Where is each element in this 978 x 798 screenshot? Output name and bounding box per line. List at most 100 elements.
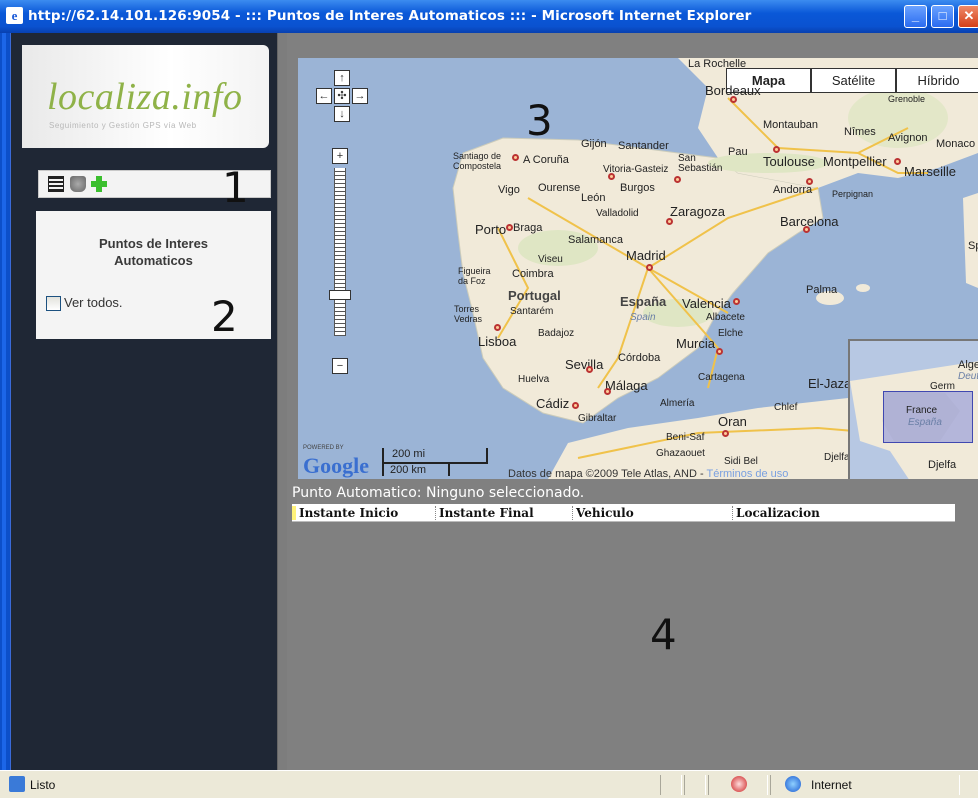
city-marker [604, 388, 611, 395]
place-label: Málaga [605, 378, 648, 393]
place-label: Ourense [538, 182, 581, 194]
annotation-1: 1 [222, 163, 249, 212]
place-label: Montauban [763, 119, 819, 131]
pan-center-button[interactable]: ✣ [334, 88, 350, 104]
place-label: Salamanca [568, 234, 624, 246]
place-label: Cartagena [698, 372, 745, 383]
window-titlebar: e http://62.14.101.126:9054 - ::: Puntos… [0, 0, 978, 33]
map-type-hibrido[interactable]: Híbrido [896, 68, 978, 93]
place-label: Valladolid [596, 208, 639, 219]
city-marker [646, 264, 653, 271]
place-label: Palma [806, 284, 838, 296]
place-label: Deutsc [958, 371, 978, 382]
zoom-slider-handle[interactable] [329, 290, 351, 300]
city-marker [894, 158, 901, 165]
logo[interactable]: localiza.info Seguimiento y Gestión GPS … [22, 45, 269, 148]
column-header[interactable]: Instante Inicio [292, 506, 398, 520]
maximize-button[interactable]: □ [931, 5, 954, 28]
place-label: Perpignan [832, 189, 874, 199]
place-label: Elche [718, 328, 744, 339]
pan-left-button[interactable]: ← [316, 88, 332, 104]
pan-right-button[interactable]: → [352, 88, 368, 104]
place-label: Cádiz [536, 396, 570, 411]
place-label: Toulouse [763, 154, 816, 169]
sidebar-splitter[interactable] [277, 33, 287, 770]
column-header[interactable]: Instante Final [435, 506, 534, 520]
overview-map[interactable]: Algeria Deutsc Germ France España Djelfa [848, 339, 978, 479]
city-marker [608, 173, 615, 180]
column-header[interactable]: Vehiculo [572, 506, 634, 520]
status-bar: Listo Internet [0, 770, 978, 798]
map-attribution: Datos de mapa ©2009 Tele Atlas, AND - Té… [508, 468, 788, 479]
map-view[interactable]: ↑ ← ✣ → ↓ + − Mapa Satélite Híbrido 3 La… [298, 58, 978, 479]
scale-tick [486, 448, 488, 464]
place-label: Albacete [706, 312, 745, 323]
privacy-blocked-icon[interactable] [731, 776, 747, 792]
place-label: Santander [618, 140, 669, 152]
annotation-3: 3 [526, 96, 553, 145]
place-label: Algeria [958, 359, 978, 371]
logo-subtitle: Seguimiento y Gestión GPS vía Web [49, 121, 197, 130]
poi-toolbar: 1 [38, 167, 271, 209]
country-label: Portugal [508, 288, 561, 303]
trash-icon[interactable] [70, 176, 86, 192]
city-marker [586, 366, 593, 373]
place-label: La Rochelle [688, 58, 747, 70]
status-cell [708, 775, 768, 795]
place-label: Valencia [682, 296, 731, 311]
city-marker [674, 176, 681, 183]
window-frame-left [0, 33, 11, 770]
place-label: Murcia [676, 336, 716, 351]
place-label: Viseu [538, 254, 563, 265]
map-type-satelite[interactable]: Satélite [811, 68, 896, 93]
show-all-checkbox[interactable] [46, 296, 61, 311]
city-marker [666, 218, 673, 225]
column-header[interactable]: Localizacion [732, 506, 820, 520]
google-logo[interactable]: Google [303, 453, 369, 479]
country-label: España [620, 294, 667, 309]
place-label: Spain [968, 240, 978, 252]
place-label: Nîmes [844, 126, 876, 138]
scale-miles: 200 mi [392, 448, 426, 460]
city-marker [722, 430, 729, 437]
add-icon[interactable] [91, 176, 107, 192]
pan-down-button[interactable]: ↓ [334, 106, 350, 122]
window-title: http://62.14.101.126:9054 - ::: Puntos d… [28, 8, 752, 24]
country-label: Spain [630, 312, 656, 323]
annotation-2: 2 [211, 292, 238, 341]
pan-up-button[interactable]: ↑ [334, 70, 350, 86]
place-label: A Coruña [523, 154, 569, 166]
map-scale: 200 mi 200 km [382, 448, 488, 476]
city-marker [506, 224, 513, 231]
place-label: España [908, 417, 942, 428]
city-marker [730, 96, 737, 103]
scale-tick [448, 462, 450, 476]
zoom-out-button[interactable]: − [332, 358, 348, 374]
minimize-icon: _ [911, 8, 920, 23]
zoom-in-button[interactable]: + [332, 148, 348, 164]
city-marker [512, 154, 519, 161]
place-label: Sidi Bel [724, 456, 758, 467]
city-marker [773, 146, 780, 153]
place-label: Lisboa [478, 334, 517, 349]
place-label: Santarém [510, 306, 554, 317]
place-label: Burgos [620, 182, 655, 194]
status-cell [660, 775, 682, 795]
close-button[interactable]: ✕ [958, 5, 978, 28]
place-label: Grenoble [888, 94, 926, 104]
terms-link[interactable]: Términos de uso [706, 468, 788, 479]
list-icon[interactable] [48, 176, 64, 192]
attribution-text: Datos de mapa ©2009 Tele Atlas, AND - [508, 468, 707, 479]
maximize-icon: □ [938, 8, 947, 23]
place-label: Porto [475, 222, 507, 237]
place-label: Montpellier [823, 154, 887, 169]
zoom-slider[interactable] [334, 168, 346, 336]
minimize-button[interactable]: _ [904, 5, 927, 28]
status-text: Listo [30, 778, 56, 792]
show-all-label[interactable]: Ver todos. [64, 295, 123, 310]
zone-cell: Internet [770, 775, 960, 795]
place-label: Monaco [936, 138, 976, 150]
place-label: Chlef [774, 402, 798, 413]
place-label: Sevilla [565, 357, 604, 372]
place-label: San Sebastián [678, 153, 723, 174]
